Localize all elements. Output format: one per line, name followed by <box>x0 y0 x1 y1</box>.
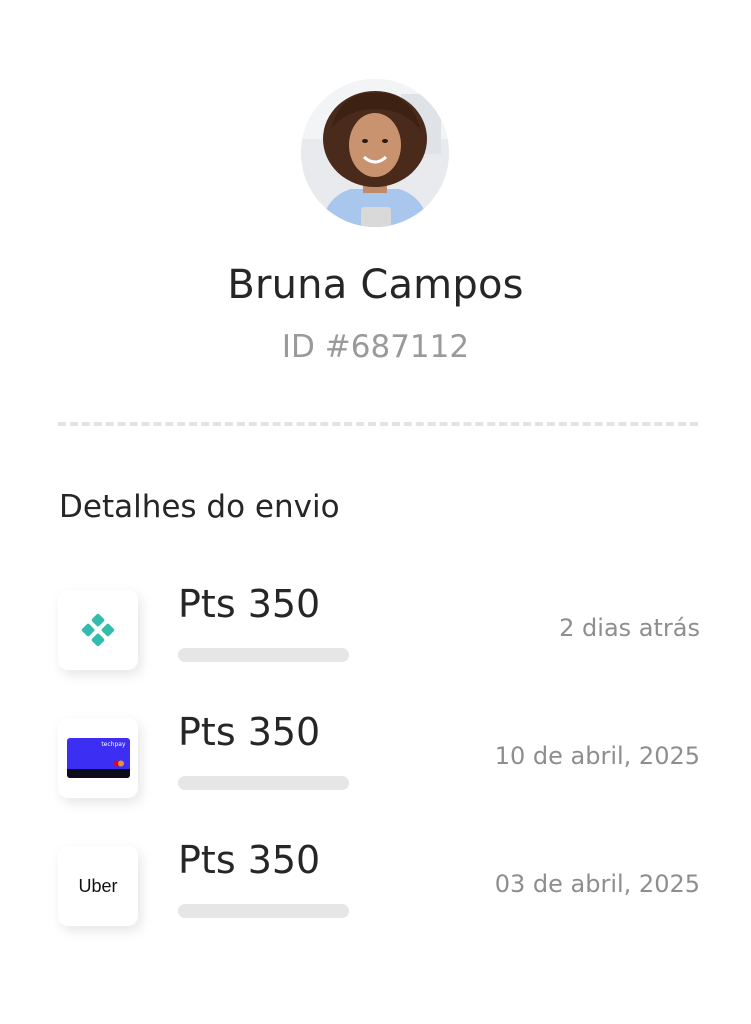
section-title: Detalhes do envio <box>59 489 340 525</box>
credit-card-icon: techpay <box>58 718 138 798</box>
mastercard-icon <box>113 760 124 767</box>
transaction-row[interactable]: Pts 350 2 dias atrás <box>0 582 751 690</box>
points-amount: Pts 350 <box>178 582 321 626</box>
uber-logo-icon: Uber <box>58 846 138 926</box>
card-stripe <box>66 769 130 778</box>
uber-logo-text: Uber <box>78 875 118 896</box>
points-amount: Pts 350 <box>178 838 321 882</box>
avatar[interactable] <box>301 79 449 227</box>
transaction-row[interactable]: Uber Pts 350 03 de abril, 2025 <box>0 838 751 946</box>
divider <box>58 422 698 426</box>
transaction-date: 2 dias atrás <box>559 614 700 642</box>
transaction-date: 10 de abril, 2025 <box>494 742 700 770</box>
user-name: Bruna Campos <box>227 262 524 308</box>
card-brand: techpay <box>101 741 126 748</box>
pix-icon <box>58 590 138 670</box>
progress-bar <box>178 904 349 918</box>
progress-bar <box>178 776 349 790</box>
user-photo <box>301 79 449 227</box>
transaction-row[interactable]: techpay Pts 350 10 de abril, 2025 <box>0 710 751 818</box>
card-graphic: techpay <box>66 738 130 778</box>
points-amount: Pts 350 <box>178 710 321 754</box>
transaction-date: 03 de abril, 2025 <box>494 870 700 898</box>
progress-bar <box>178 648 349 662</box>
user-id: ID #687112 <box>281 329 470 365</box>
